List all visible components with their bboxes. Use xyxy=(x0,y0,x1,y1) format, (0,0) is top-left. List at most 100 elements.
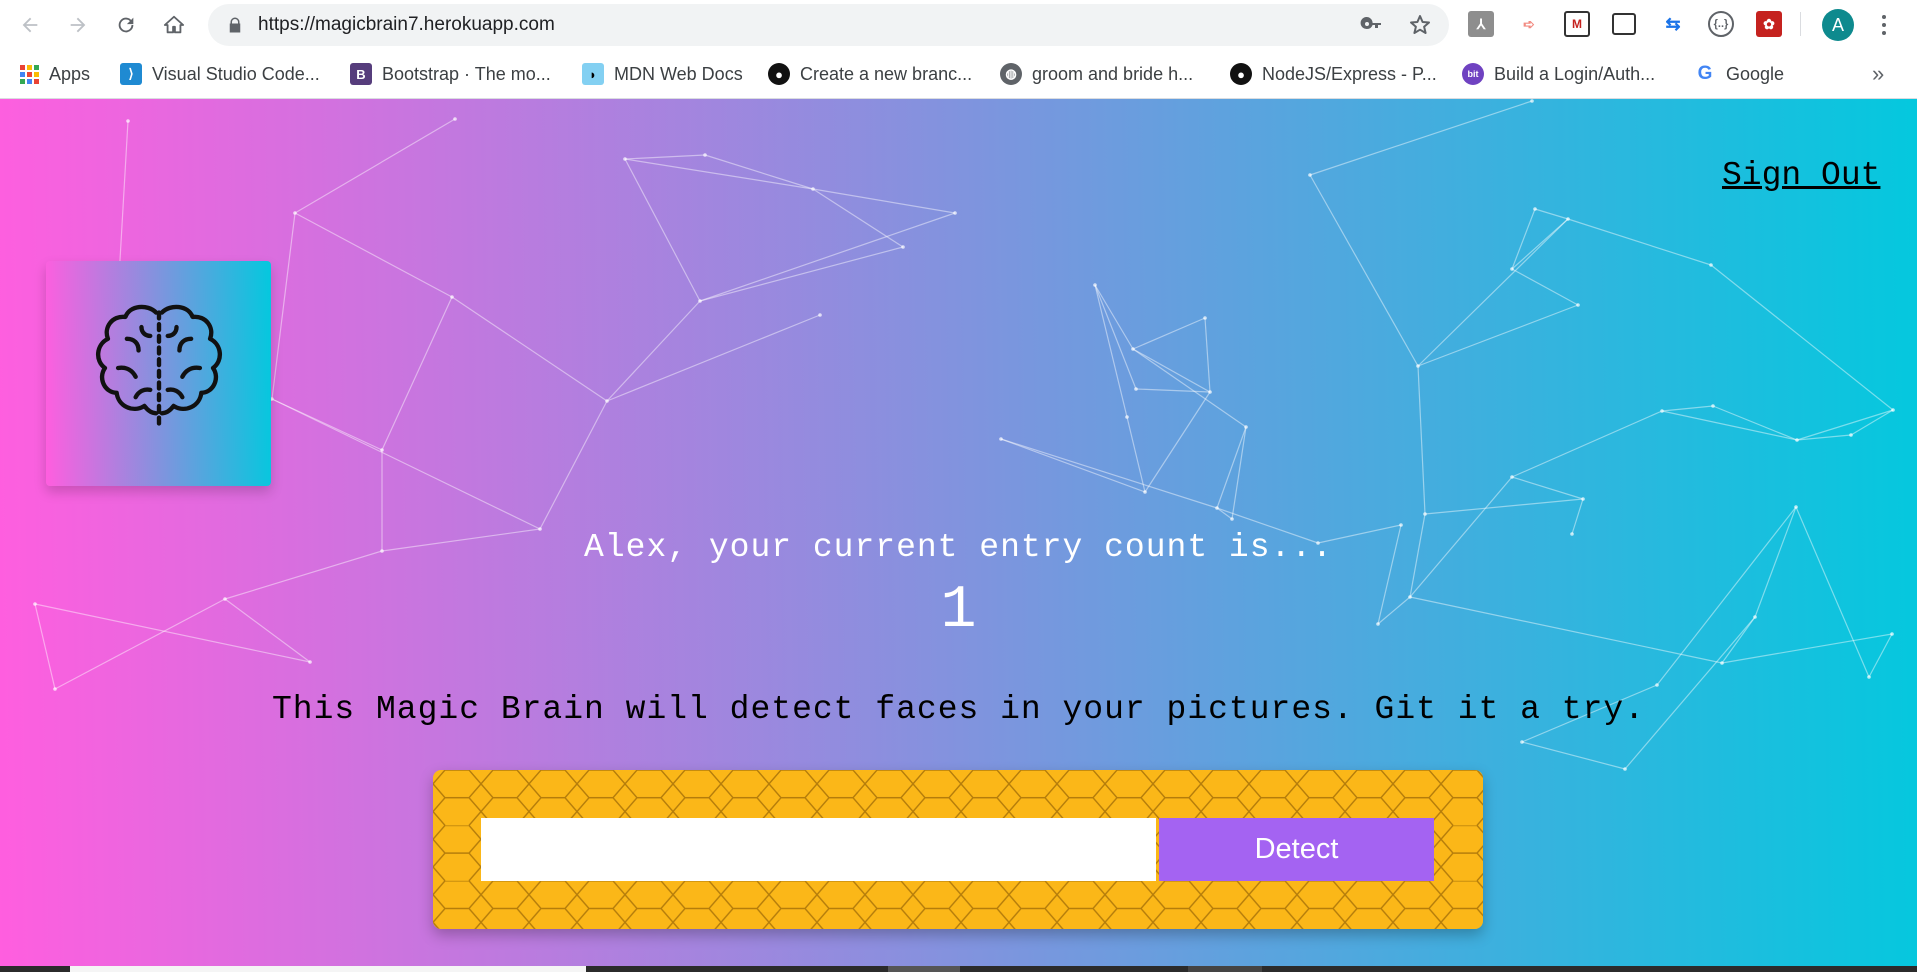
mesh-line xyxy=(381,296,453,451)
mesh-dot xyxy=(1891,408,1895,412)
reload-button[interactable] xyxy=(110,9,142,41)
bookmark-mdn[interactable]: ◗ MDN Web Docs xyxy=(582,60,743,88)
sync-arrows-extension-icon[interactable]: ⇆ xyxy=(1660,11,1686,37)
screenshot-extension-icon[interactable] xyxy=(1612,13,1636,35)
mesh-dot xyxy=(953,211,957,215)
lock-icon xyxy=(229,17,241,33)
mesh-dot xyxy=(999,437,1003,441)
mesh-line xyxy=(1661,410,1798,441)
mesh-dot xyxy=(1623,767,1627,771)
mesh-dot xyxy=(450,295,454,299)
bookmark-label: Apps xyxy=(49,63,91,84)
mesh-line xyxy=(1126,416,1146,493)
mesh-line xyxy=(1000,438,1218,509)
browser-menu-button[interactable] xyxy=(1872,9,1896,41)
mesh-dot xyxy=(1308,173,1312,177)
mesh-line xyxy=(271,212,296,400)
mesh-line xyxy=(1216,507,1233,520)
mcafee-extension-icon[interactable]: M xyxy=(1564,11,1590,37)
pdf-extension-icon[interactable]: ⅄ xyxy=(1468,11,1494,37)
brain-icon xyxy=(96,304,222,429)
mesh-dot xyxy=(1709,263,1713,267)
mesh-line xyxy=(1135,388,1211,393)
mesh-line xyxy=(812,188,904,248)
bootstrap-icon: B xyxy=(350,63,372,85)
bookmark-nodejs[interactable]: ● NodeJS/Express - P... xyxy=(1230,60,1437,88)
mesh-line xyxy=(1417,218,1569,367)
apps-grid-icon xyxy=(20,64,39,84)
paw-extension-icon[interactable]: ✿ xyxy=(1756,11,1782,37)
mesh-line xyxy=(294,118,456,214)
mesh-line xyxy=(1231,426,1247,520)
bookmark-github-branch[interactable]: ● Create a new branc... xyxy=(768,60,972,88)
mesh-line xyxy=(1424,498,1584,515)
mesh-dot xyxy=(1720,661,1724,665)
entry-count-greeting: Alex, your current entry count is... xyxy=(584,529,1333,566)
star-bookmark-icon[interactable] xyxy=(1408,13,1432,37)
cast-extension-icon[interactable]: ➪ xyxy=(1516,11,1542,37)
mesh-dot xyxy=(1131,347,1135,351)
mesh-dot xyxy=(1510,267,1514,271)
mesh-dot xyxy=(1244,425,1248,429)
mesh-line xyxy=(1567,218,1712,266)
key-icon[interactable] xyxy=(1360,13,1384,37)
bookmark-label: Build a Login/Auth... xyxy=(1494,63,1656,84)
mesh-line xyxy=(1216,426,1247,509)
mesh-line xyxy=(1417,304,1579,367)
toolbar-separator xyxy=(1800,12,1801,36)
profile-avatar[interactable]: A xyxy=(1822,9,1854,41)
mesh-dot xyxy=(1134,387,1138,391)
mesh-line xyxy=(1661,405,1714,412)
mesh-line xyxy=(1204,317,1211,393)
mesh-dot xyxy=(1849,433,1853,437)
bookmark-build-login[interactable]: bit Build a Login/Auth... xyxy=(1462,60,1655,88)
detect-button[interactable]: Detect xyxy=(1159,818,1434,881)
bookmark-groom-bride[interactable]: ◍ groom and bride h... xyxy=(1000,60,1193,88)
app-page: Sign Out Alex, your current entry count … xyxy=(0,99,1917,966)
home-button[interactable] xyxy=(158,9,190,41)
mesh-line xyxy=(1094,284,1137,390)
mesh-line xyxy=(1094,284,1134,350)
mesh-line xyxy=(1132,317,1206,350)
more-bookmarks-button[interactable]: » xyxy=(1872,60,1884,88)
mesh-dot xyxy=(1093,283,1097,287)
mesh-line xyxy=(699,246,904,302)
app-description: This Magic Brain will detect faces in yo… xyxy=(271,691,1645,728)
mesh-dot xyxy=(1416,364,1420,368)
sign-out-link[interactable]: Sign Out xyxy=(1722,157,1880,194)
mesh-line xyxy=(451,296,608,402)
mesh-dot xyxy=(1399,523,1403,527)
bookmark-google[interactable]: G Google xyxy=(1694,60,1784,88)
mesh-line xyxy=(812,188,956,214)
bookmark-label: Google xyxy=(1726,63,1785,84)
image-url-input[interactable] xyxy=(481,818,1156,881)
mesh-dot xyxy=(1125,415,1129,419)
back-button[interactable] xyxy=(14,9,46,41)
reload-icon xyxy=(118,17,134,33)
mesh-dot xyxy=(623,157,627,161)
mesh-line xyxy=(1132,348,1247,428)
address-bar[interactable]: https://magicbrain7.herokuapp.com xyxy=(208,4,1449,46)
bookmark-apps[interactable]: Apps xyxy=(20,60,90,88)
mesh-line xyxy=(1511,410,1663,478)
bookmark-bootstrap[interactable]: B Bootstrap · The mo... xyxy=(350,60,551,88)
brain-logo[interactable] xyxy=(46,261,271,486)
mesh-line xyxy=(699,212,956,302)
mesh-line xyxy=(539,400,608,530)
entry-count-value: 1 xyxy=(940,577,977,645)
mesh-dot xyxy=(1510,475,1514,479)
mesh-dot xyxy=(605,399,609,403)
github-icon: ● xyxy=(1230,63,1252,85)
mesh-line xyxy=(271,398,541,530)
mesh-dot xyxy=(1867,675,1871,679)
bookmark-vscode[interactable]: ⟩ Visual Studio Code... xyxy=(120,60,320,88)
mesh-dot xyxy=(1660,409,1664,413)
bookmark-label: NodeJS/Express - P... xyxy=(1262,63,1437,84)
arrow-right-icon xyxy=(70,17,86,33)
mesh-dot xyxy=(1711,404,1715,408)
github-icon: ● xyxy=(768,63,790,85)
mesh-dot xyxy=(308,660,312,664)
mesh-line xyxy=(1850,409,1894,436)
forward-button[interactable] xyxy=(62,9,94,41)
json-extension-icon[interactable]: {..} xyxy=(1708,11,1734,37)
